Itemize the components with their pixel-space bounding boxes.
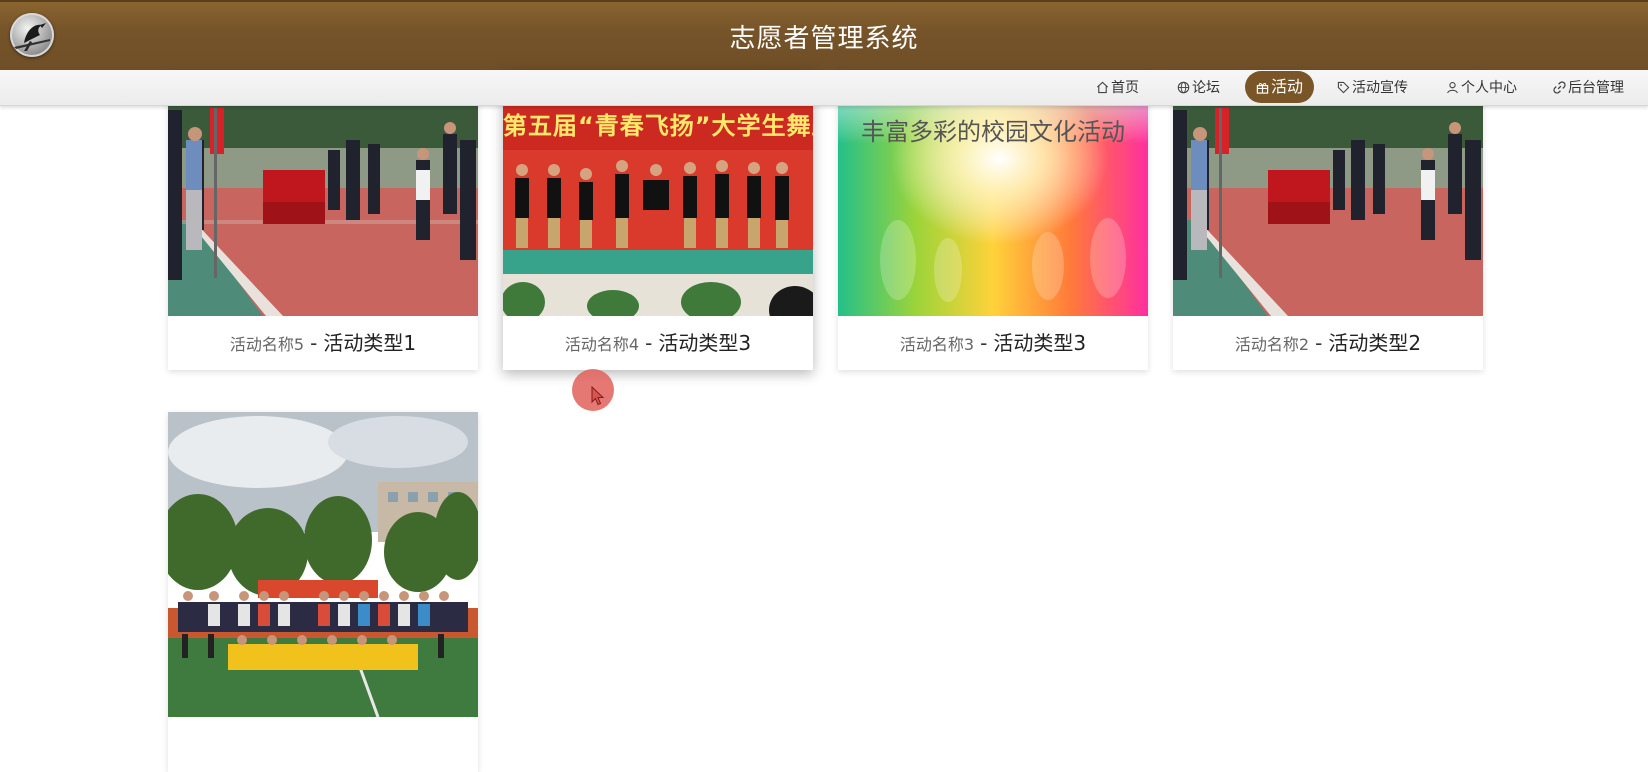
activity-type: 活动类型3: [658, 331, 752, 355]
nav-item-label: 论坛: [1192, 80, 1220, 96]
nav-item-label: 活动宣传: [1352, 80, 1408, 96]
activity-card[interactable]: 活动名称5- 活动类型1: [168, 70, 478, 370]
caption-separator: -: [645, 331, 653, 355]
nav-item-admin[interactable]: 后台管理: [1553, 72, 1624, 104]
nav-item-label: 活动: [1271, 77, 1304, 96]
nav-item-label: 首页: [1111, 80, 1139, 96]
card-caption: 活动名称4- 活动类型3: [503, 316, 813, 370]
activity-type: 活动类型3: [993, 331, 1087, 355]
activity-image-ceremony: [1173, 70, 1483, 316]
activity-name: 活动名称4: [564, 335, 640, 354]
nav-item-profile[interactable]: 个人中心: [1446, 72, 1517, 104]
activity-image-dance: 第五届“青春飞扬”大学生舞蹈大: [503, 70, 813, 316]
activity-card[interactable]: 丰富多彩的校园文化活动 活动名称3- 活动类型3: [838, 70, 1148, 370]
mouse-cursor-icon: [591, 386, 605, 406]
app-header: 志愿者管理系统: [0, 0, 1648, 70]
gift-icon: [1256, 83, 1269, 94]
activity-name: 活动名称3: [899, 335, 975, 354]
activity-image-poster: 丰富多彩的校园文化活动: [838, 70, 1148, 316]
activity-image-team-photo: [168, 412, 478, 717]
top-nav: 首页 论坛 活动 活动宣传 个人中心 后台管理: [0, 70, 1648, 106]
poster-headline: 丰富多彩的校园文化活动: [861, 118, 1125, 146]
activity-card[interactable]: [168, 412, 478, 772]
caption-separator: -: [1315, 331, 1323, 355]
activity-card[interactable]: 活动名称2- 活动类型2: [1173, 70, 1483, 370]
globe-icon: [1177, 81, 1190, 94]
activity-type: 活动类型1: [323, 331, 417, 355]
activity-image-ceremony: [168, 70, 478, 316]
activity-name: 活动名称5: [229, 335, 305, 354]
card-caption: 活动名称2- 活动类型2: [1173, 316, 1483, 370]
app-title: 志愿者管理系统: [729, 24, 919, 54]
caption-separator: -: [980, 331, 988, 355]
link-icon: [1553, 81, 1566, 94]
nav-item-label: 个人中心: [1461, 80, 1517, 96]
card-caption: 活动名称3- 活动类型3: [838, 316, 1148, 370]
activity-name: 活动名称2: [1234, 335, 1310, 354]
nav-item-forum[interactable]: 论坛: [1177, 72, 1220, 104]
dance-banner-text: 第五届“青春飞扬”大学生舞蹈大: [503, 112, 813, 140]
tag-icon: [1337, 81, 1350, 94]
card-caption: 活动名称5- 活动类型1: [168, 316, 478, 370]
caption-separator: -: [310, 331, 318, 355]
nav-item-label: 后台管理: [1568, 80, 1624, 96]
nav-item-promotion[interactable]: 活动宣传: [1337, 72, 1408, 104]
nav-item-home[interactable]: 首页: [1096, 72, 1139, 104]
user-icon: [1447, 82, 1458, 94]
nav-item-activities[interactable]: 活动: [1245, 71, 1315, 103]
activity-type: 活动类型2: [1328, 331, 1422, 355]
activity-card[interactable]: 第五届“青春飞扬”大学生舞蹈大: [503, 70, 813, 370]
home-icon: [1097, 81, 1108, 94]
